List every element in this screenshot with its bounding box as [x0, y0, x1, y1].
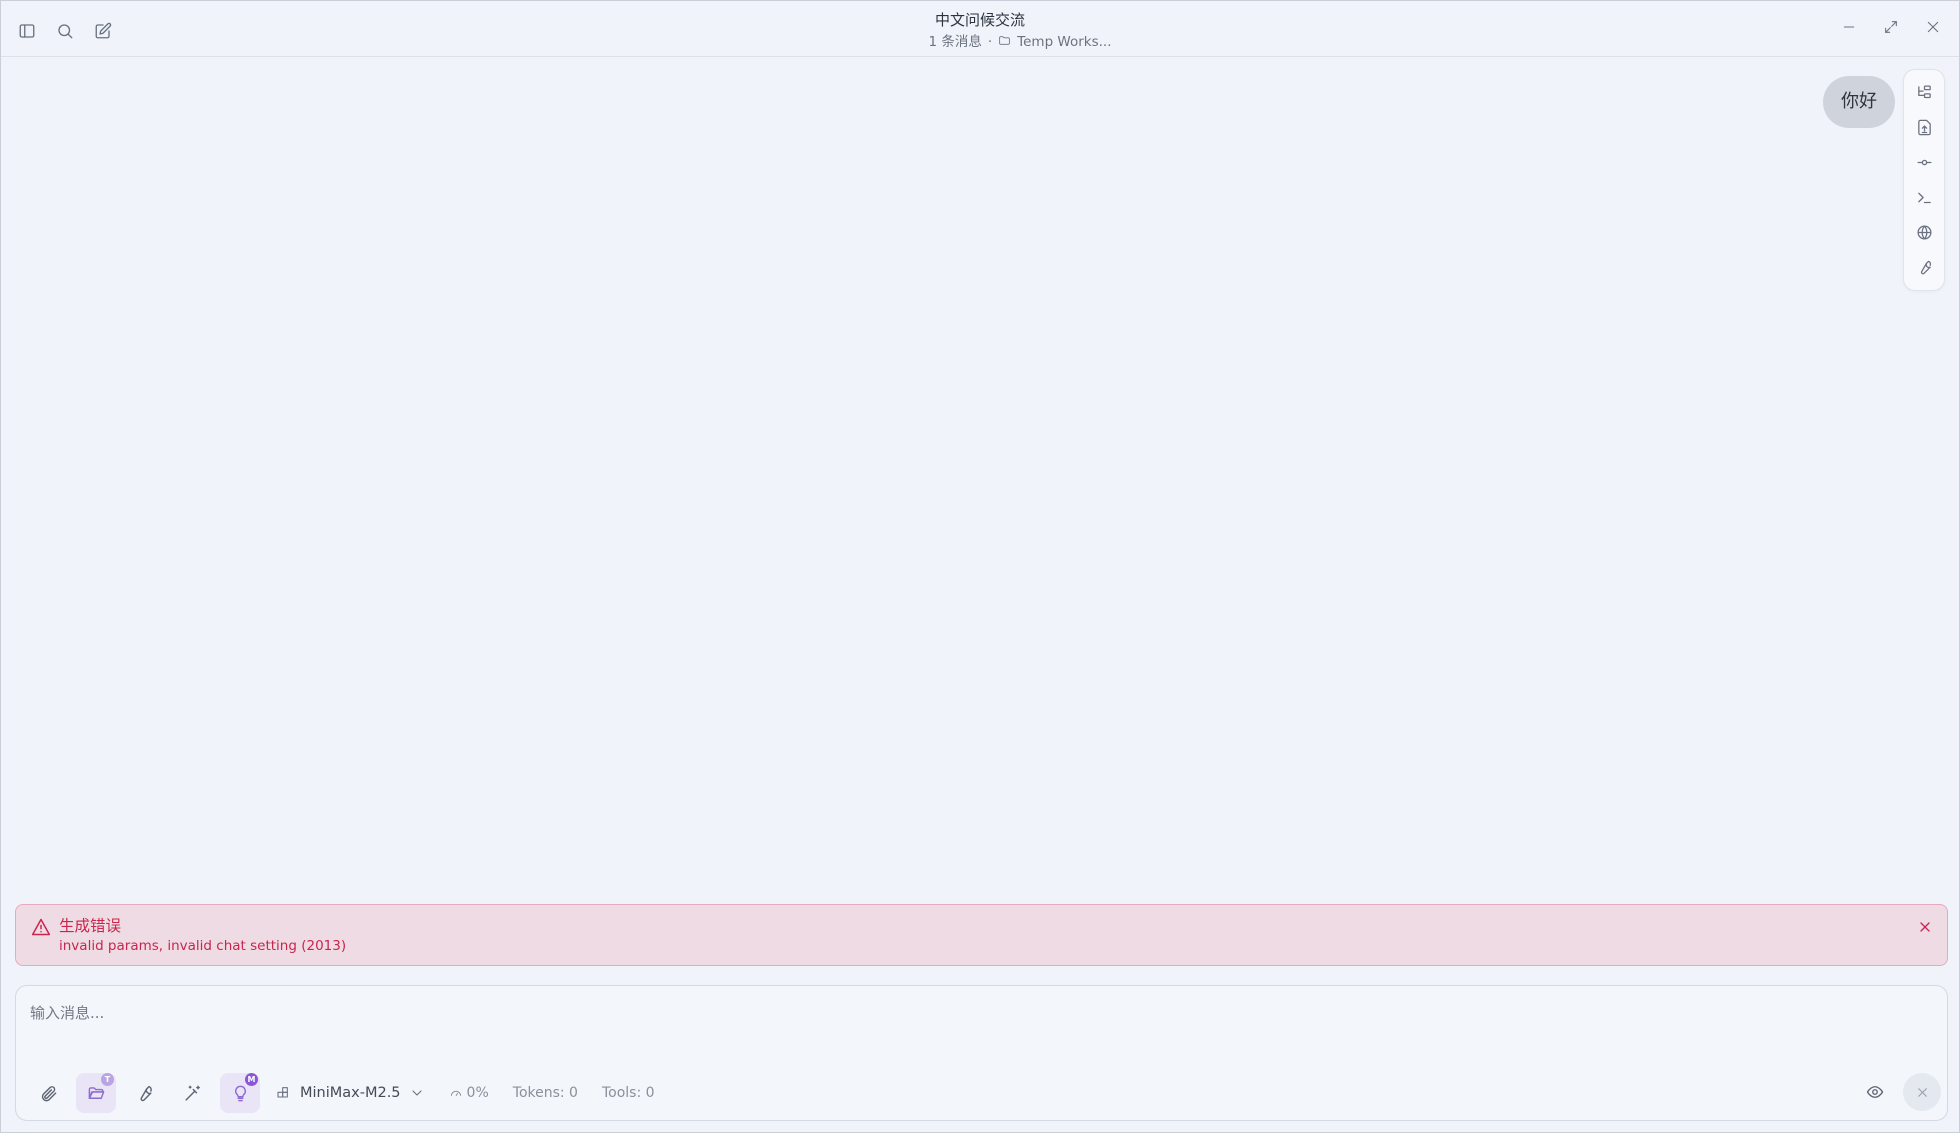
workspace-name[interactable]: Temp Works... — [1017, 33, 1111, 51]
chat-subtitle: 1 条消息 · Temp Works... — [928, 33, 1111, 51]
cancel-generation-button[interactable] — [1903, 1073, 1941, 1111]
model-grid-icon — [277, 1087, 288, 1098]
error-title: 生成错误 — [59, 917, 122, 935]
message-composer: T M MiniMax-M2.5 0% Tokens: 0 Too — [15, 985, 1948, 1121]
chat-title: 中文问候交流 — [934, 11, 1025, 29]
think-badge: M — [245, 1073, 258, 1086]
right-toolbar — [1903, 69, 1945, 291]
chevron-down-icon — [412, 1090, 422, 1096]
subtitle-separator: · — [987, 34, 993, 50]
composer-toolbar: T M MiniMax-M2.5 0% Tokens: 0 Tools: 0 — [28, 1072, 655, 1114]
app-window: 中文问候交流 1 条消息 · Temp Works... 你好 生成错误 inv… — [0, 0, 1960, 1133]
warning-icon — [31, 917, 51, 937]
minimize-icon[interactable] — [1837, 15, 1861, 39]
globe-icon[interactable] — [1912, 220, 1936, 244]
dismiss-error-icon[interactable] — [1917, 919, 1933, 939]
error-banner: 生成错误 invalid params, invalid chat settin… — [15, 904, 1948, 966]
tree-icon[interactable] — [1912, 80, 1936, 104]
workspace-folder-button[interactable]: T — [76, 1073, 116, 1113]
title-bar: 中文问候交流 1 条消息 · Temp Works... — [1, 1, 1959, 57]
terminal-icon[interactable] — [1912, 185, 1936, 209]
wrench-icon[interactable] — [1912, 255, 1936, 279]
model-name: MiniMax-M2.5 — [300, 1085, 401, 1101]
thinking-button[interactable]: M — [220, 1073, 260, 1113]
attach-icon[interactable] — [28, 1073, 68, 1113]
folder-open-icon — [88, 1086, 104, 1099]
commit-icon[interactable] — [1912, 150, 1936, 174]
magic-wand-icon[interactable] — [172, 1073, 212, 1113]
gauge-icon — [450, 1090, 461, 1097]
tool-count: Tools: 0 — [601, 1085, 655, 1101]
file-upload-icon[interactable] — [1912, 115, 1936, 139]
tools-wrench-icon[interactable] — [124, 1073, 164, 1113]
maximize-icon[interactable] — [1879, 15, 1903, 39]
workspace-badge: T — [101, 1073, 114, 1086]
close-icon[interactable] — [1921, 15, 1945, 39]
window-controls — [1837, 15, 1945, 39]
model-selector[interactable]: MiniMax-M2.5 — [276, 1085, 425, 1101]
token-count: Tokens: 0 — [512, 1085, 578, 1101]
message-count: 1 条消息 — [928, 34, 982, 50]
error-message: invalid params, invalid chat setting (20… — [59, 938, 347, 954]
eye-icon[interactable] — [1855, 1072, 1895, 1112]
folder-icon — [998, 33, 1011, 51]
context-usage-value: 0% — [466, 1085, 489, 1101]
message-input[interactable] — [30, 1002, 1930, 1042]
lightbulb-icon — [234, 1085, 246, 1101]
context-usage: 0% — [449, 1085, 489, 1101]
composer-right-actions — [1855, 1072, 1941, 1112]
close-small-icon — [1917, 1087, 1927, 1097]
window-title-block: 中文问候交流 1 条消息 · Temp Works... — [1, 9, 1959, 51]
user-message-bubble: 你好 — [1823, 76, 1895, 128]
